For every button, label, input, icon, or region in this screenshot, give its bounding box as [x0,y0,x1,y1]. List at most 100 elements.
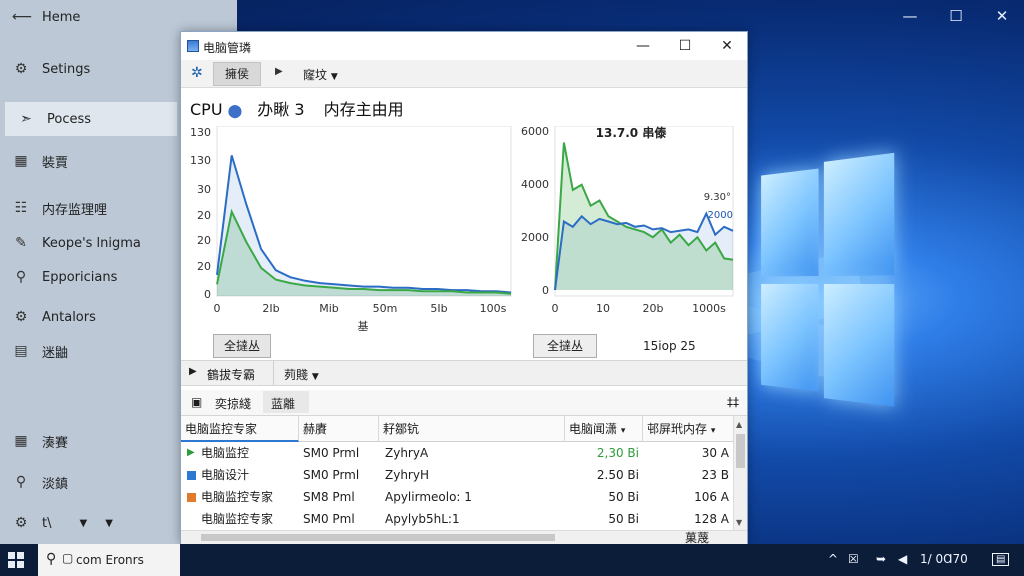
volume-icon[interactable]: ◀ [898,552,907,566]
subbar-dropdown[interactable]: 茢賤 ▼ [273,361,337,385]
y-tick: 130 [190,154,211,167]
column-description[interactable]: 耔鄒钪 [379,416,565,442]
row-status: SM0 Prml [303,468,360,482]
play-icon[interactable]: ▶ [189,366,197,377]
start-button[interactable] [8,552,24,568]
column-name[interactable]: 电脑监控专家 [181,416,299,442]
x-tick: 2Ib [262,302,279,315]
headline: CPU ⬤ 办瞅 3 内存主由用 [190,96,404,120]
table-row[interactable]: 电脑监控专家 SM8 Pml Apylirmeolo: 1 50 Bi 106 … [181,486,733,508]
column-status[interactable]: 赫賡 [299,416,379,442]
sidebar-item-label: Pocess [47,111,92,127]
y-tick: 4000 [521,178,549,191]
search-text: com Eronrs [76,553,144,567]
tray-chevron-icon[interactable]: ^ [828,552,838,566]
sidebar-item-label: 迷鼬 [42,345,69,361]
y-tick: 20 [197,234,211,247]
tab-services[interactable]: 蓝離 [263,391,309,413]
scroll-thumb[interactable] [201,534,555,541]
right-chart-button[interactable]: 全撻丛 [533,334,597,358]
taskbar-search[interactable]: ⚲ ▢ com Eronrs [38,544,180,576]
title-bar[interactable]: 电脑管璘 — ☐ ✕ [181,32,747,60]
row-name: 电脑监控专家 [201,490,274,504]
vertical-scrollbar[interactable]: ▲ ▼ [733,416,747,530]
column-cpu[interactable]: 电脑闻潇 ▾ [565,416,643,442]
tab-details[interactable]: 奕掠綫 [215,395,251,412]
y-tick: 20 [197,260,211,273]
table-row[interactable]: ▶ 电脑监控 SM0 Prml ZyhryA 2,30 Bi 30 A [181,442,733,464]
maximize-button[interactable]: ☐ [667,34,703,58]
cog-icon: ⚙ [14,309,28,325]
sidebar-item-label: Setings [42,61,91,77]
apps-icon: ▦ [14,433,28,449]
scroll-down-icon[interactable]: ▼ [736,518,742,527]
y-tick: 20 [197,209,211,222]
home-item[interactable]: ⟵ Heme [0,0,237,34]
x-tick: 0 [214,302,221,315]
mic-icon: ⚲ [15,474,27,490]
y-tick: 0 [542,284,549,297]
desktop-minimize-icon[interactable]: — [886,4,934,28]
process-subbar: ▶ 鶴拔专霸 茢賤 ▼ [181,360,747,386]
row-description: ZyhryH [385,468,429,482]
column-cpu-label: 电脑闻潇 [569,422,618,436]
column-memory[interactable]: 邨屏玳内存 ▾ [643,416,733,442]
horizontal-scrollbar[interactable]: 菓蔑 [181,530,747,545]
minimize-button[interactable]: — [625,34,661,58]
dropdown-arrow-icon[interactable]: ▼ [79,518,87,529]
sort-down-icon: ▾ [710,426,716,436]
process-table: 电脑监控专家 赫賡 耔鄒钪 电脑闻潇 ▾ 邨屏玳内存 ▾ ▶ 电脑监控 SM0 … [181,416,747,545]
x-tick: 100s [480,302,507,315]
row-name: 电脑监控专家 [201,512,274,526]
row-status: SM0 Prml [303,446,360,460]
x-tick: 10 [596,302,610,315]
subbar-dropdown-label: 茢賤 [284,368,309,382]
sidebar-item-process[interactable]: ➣ Pocess [5,102,177,136]
tool-icon[interactable]: ✲ [191,65,203,81]
left-chart-button[interactable]: 全撻丛 [213,334,271,358]
play-icon[interactable]: ▶ [275,66,283,77]
y-tick: 130 [190,126,211,139]
x-tick: 20b [643,302,664,315]
back-icon[interactable]: ⟵ [12,9,32,25]
table-row[interactable]: 电脑监控专家 SM0 Pml Apylyb5hL:1 50 Bi 128 A [181,508,733,530]
tab-active[interactable]: 擁侯 [213,62,261,86]
row-status-icon: ▶ [187,447,195,458]
toolbar-dropdown[interactable]: 窿坟 ▼ [303,66,338,83]
pen-icon: ✎ [15,235,27,251]
dropdown-arrow-icon[interactable]: ▼ [105,518,113,529]
notification-icon[interactable]: ▤ [992,553,1010,566]
sidebar-item-label: Epporicians [42,269,118,285]
options-icon[interactable]: ‡‡ [727,395,739,409]
details-subbar: ▣ 奕掠綫 蓝離 ‡‡ [181,390,747,416]
column-memory-label: 邨屏玳内存 [647,422,708,436]
y-tick: 30 [197,183,211,196]
subbar-label[interactable]: 鶴拔专霸 [207,366,255,383]
y-tick: 0 [204,288,211,301]
y-tick: 6000 [521,126,549,138]
details-icon[interactable]: ▣ [191,395,202,409]
toolbar: ✲ 擁侯 ▶ 窿坟 ▼ [181,60,747,88]
taskbar: ⚲ ▢ com Eronrs ^ ☒ ➥ ◀ 1/ 0Ɑ70 ▤ [0,544,1024,576]
row-cpu: 2,30 Bi [596,446,639,460]
network-icon[interactable]: ➥ [876,552,886,566]
tray-box-icon[interactable]: ☒ [848,552,859,566]
panel-icon: ▤ [14,343,28,359]
row-memory: 106 A [694,490,729,504]
sidebar-item-label: 内存监理哩 [42,202,108,218]
cpu-chart-svg: 130 130 30 20 20 20 0 0 2Ib Mib 50m 5Ib … [190,125,512,333]
table-row[interactable]: 电脑设汁 SM0 Prml ZyhryH 2.50 Bi 23 B [181,464,733,486]
desktop-maximize-icon[interactable]: ☐ [932,4,980,28]
row-status-icon [187,493,196,502]
desktop-close-icon[interactable]: ✕ [978,4,1024,28]
row-status: SM0 Pml [303,512,355,526]
window-title: 电脑管璘 [203,41,252,55]
annotation: 2000 [708,210,733,221]
scroll-thumb[interactable] [736,434,745,468]
close-button[interactable]: ✕ [709,34,745,58]
app-icon [187,40,199,52]
clock-text[interactable]: 1/ 0Ɑ70 [920,552,968,566]
scroll-up-icon[interactable]: ▲ [736,420,742,429]
task-manager-window: 电脑管璘 — ☐ ✕ ✲ 擁侯 ▶ 窿坟 ▼ CPU ⬤ 办瞅 3 内存主由用 … [180,31,748,545]
location-pin-icon: ⬤ [227,104,243,119]
